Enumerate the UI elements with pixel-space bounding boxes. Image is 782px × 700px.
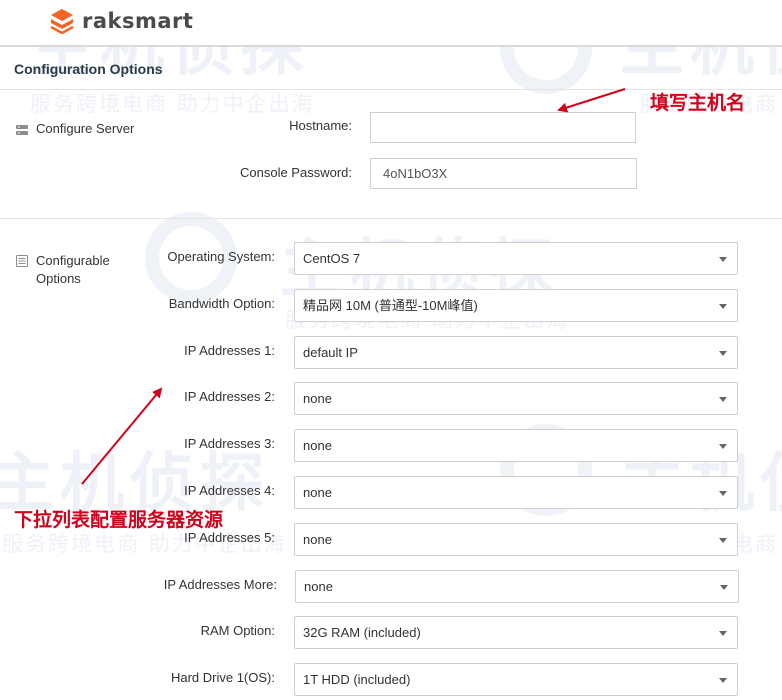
dropdown-annotation: 下拉列表配置服务器资源 <box>14 509 224 531</box>
hostname-annotation: 填写主机名 <box>650 92 746 114</box>
dropdown-annotation-arrow <box>81 387 163 485</box>
hostname-annotation-arrow <box>557 88 626 113</box>
